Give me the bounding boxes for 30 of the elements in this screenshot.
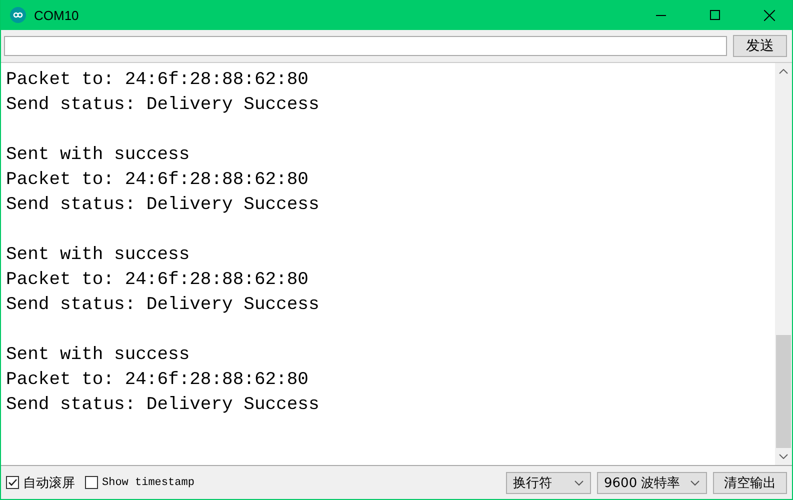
close-icon	[764, 10, 774, 20]
line-ending-dropdown[interactable]: 换行符	[506, 472, 591, 494]
checkbox[interactable]	[85, 476, 98, 489]
output-line: Packet to: 24:6f:28:88:62:80	[6, 369, 310, 392]
output-line: Send status: Delivery Success	[6, 94, 320, 117]
dropdown-value: 换行符	[513, 474, 552, 492]
output-line: Sent with success	[6, 144, 191, 167]
app-logo-icon	[10, 7, 26, 23]
checkbox-label: Show timestamp	[102, 476, 194, 488]
output-line: Send status: Delivery Success	[6, 394, 320, 417]
baud-rate-dropdown[interactable]: 9600 波特率	[597, 472, 707, 494]
caret-icon	[690, 480, 700, 486]
maximize-icon	[710, 10, 720, 20]
dropdown-value: 9600 波特率	[604, 474, 680, 492]
checkbox[interactable]	[6, 476, 19, 489]
clear-output-button[interactable]: 清空输出	[713, 472, 787, 494]
scrollbar[interactable]	[775, 63, 792, 465]
output-line: Packet to: 24:6f:28:88:62:80	[6, 69, 310, 92]
scroll-thumb[interactable]	[776, 335, 791, 448]
caret-icon	[574, 480, 584, 486]
checkbox-label: 自动滚屏	[23, 474, 75, 492]
output-line: Sent with success	[6, 344, 191, 367]
output-line: Send status: Delivery Success	[6, 194, 320, 217]
output-line: Send status: Delivery Success	[6, 294, 320, 317]
input-field[interactable]	[4, 36, 727, 56]
output-line: Sent with success	[6, 244, 191, 267]
window-title: COM10	[34, 8, 79, 22]
output-line: Packet to: 24:6f:28:88:62:80	[6, 269, 310, 292]
output-line: Packet to: 24:6f:28:88:62:80	[6, 169, 310, 192]
send-button[interactable]: 发送	[733, 35, 787, 57]
